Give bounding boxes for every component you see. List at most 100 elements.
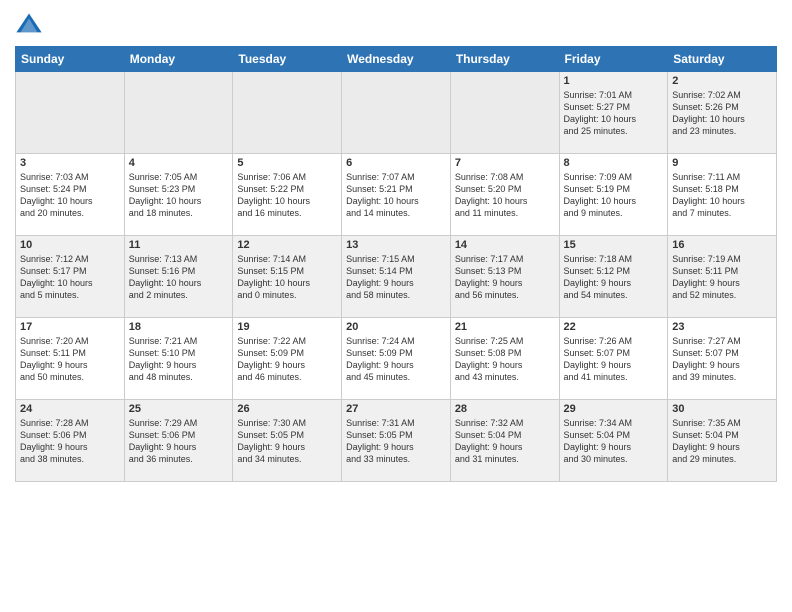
calendar-day-cell: 20 Sunrise: 7:24 AM Sunset: 5:09 PM Dayli… [342, 318, 451, 400]
day-info: Sunrise: 7:29 AM Sunset: 5:06 PM Dayligh… [129, 417, 229, 466]
calendar-day-cell: 6 Sunrise: 7:07 AM Sunset: 5:21 PM Daylig… [342, 154, 451, 236]
calendar-day-cell: 18 Sunrise: 7:21 AM Sunset: 5:10 PM Dayli… [124, 318, 233, 400]
page-header [15, 10, 777, 38]
day-number: 3 [20, 157, 120, 169]
calendar-day-cell: 30 Sunrise: 7:35 AM Sunset: 5:04 PM Dayli… [668, 400, 777, 482]
day-info: Sunrise: 7:22 AM Sunset: 5:09 PM Dayligh… [237, 335, 337, 384]
calendar-day-cell: 27Sunrise: 7:31 AM Sunset: 5:05 PM Dayli… [342, 400, 451, 482]
day-info: Sunrise: 7:08 AM Sunset: 5:20 PM Dayligh… [455, 171, 555, 220]
day-info: Sunrise: 7:05 AM Sunset: 5:23 PM Dayligh… [129, 171, 229, 220]
day-number: 28 [455, 403, 555, 415]
day-info: Sunrise: 7:11 AM Sunset: 5:18 PM Dayligh… [672, 171, 772, 220]
day-number: 14 [455, 239, 555, 251]
calendar-week-row: 24Sunrise: 7:28 AM Sunset: 5:06 PM Dayli… [16, 400, 777, 482]
day-info: Sunrise: 7:15 AM Sunset: 5:14 PM Dayligh… [346, 253, 446, 302]
day-number: 18 [129, 321, 229, 333]
calendar-day-cell: 26 Sunrise: 7:30 AM Sunset: 5:05 PM Dayli… [233, 400, 342, 482]
day-number: 5 [237, 157, 337, 169]
calendar-day-cell: 5 Sunrise: 7:06 AM Sunset: 5:22 PM Daylig… [233, 154, 342, 236]
calendar-day-cell: 22 Sunrise: 7:26 AM Sunset: 5:07 PM Dayli… [559, 318, 668, 400]
day-number: 10 [20, 239, 120, 251]
weekday-header: Thursday [450, 47, 559, 72]
day-info: Sunrise: 7:35 AM Sunset: 5:04 PM Dayligh… [672, 417, 772, 466]
day-info: Sunrise: 7:03 AM Sunset: 5:24 PM Dayligh… [20, 171, 120, 220]
calendar-week-row: 1 Sunrise: 7:01 AM Sunset: 5:27 PM Daylig… [16, 72, 777, 154]
day-number: 21 [455, 321, 555, 333]
day-info: Sunrise: 7:14 AM Sunset: 5:15 PM Dayligh… [237, 253, 337, 302]
day-info: Sunrise: 7:17 AM Sunset: 5:13 PM Dayligh… [455, 253, 555, 302]
day-info: Sunrise: 7:20 AM Sunset: 5:11 PM Dayligh… [20, 335, 120, 384]
day-info: Sunrise: 7:27 AM Sunset: 5:07 PM Dayligh… [672, 335, 772, 384]
calendar-day-cell: 2 Sunrise: 7:02 AM Sunset: 5:26 PM Daylig… [668, 72, 777, 154]
day-number: 23 [672, 321, 772, 333]
calendar-day-cell: 12 Sunrise: 7:14 AM Sunset: 5:15 PM Dayli… [233, 236, 342, 318]
day-number: 26 [237, 403, 337, 415]
day-number: 11 [129, 239, 229, 251]
day-info: Sunrise: 7:13 AM Sunset: 5:16 PM Dayligh… [129, 253, 229, 302]
day-number: 19 [237, 321, 337, 333]
day-number: 16 [672, 239, 772, 251]
day-number: 22 [564, 321, 664, 333]
day-number: 1 [564, 75, 664, 87]
day-number: 15 [564, 239, 664, 251]
day-number: 13 [346, 239, 446, 251]
weekday-header: Wednesday [342, 47, 451, 72]
weekday-header: Saturday [668, 47, 777, 72]
day-info: Sunrise: 7:09 AM Sunset: 5:19 PM Dayligh… [564, 171, 664, 220]
day-info: Sunrise: 7:34 AM Sunset: 5:04 PM Dayligh… [564, 417, 664, 466]
day-info: Sunrise: 7:01 AM Sunset: 5:27 PM Dayligh… [564, 89, 664, 138]
calendar-day-cell: 7 Sunrise: 7:08 AM Sunset: 5:20 PM Daylig… [450, 154, 559, 236]
day-number: 30 [672, 403, 772, 415]
calendar-day-cell [16, 72, 125, 154]
day-number: 2 [672, 75, 772, 87]
calendar-day-cell: 17 Sunrise: 7:20 AM Sunset: 5:11 PM Dayli… [16, 318, 125, 400]
calendar-day-cell: 28 Sunrise: 7:32 AM Sunset: 5:04 PM Dayli… [450, 400, 559, 482]
calendar-day-cell [124, 72, 233, 154]
day-info: Sunrise: 7:30 AM Sunset: 5:05 PM Dayligh… [237, 417, 337, 466]
calendar-day-cell: 13 Sunrise: 7:15 AM Sunset: 5:14 PM Dayli… [342, 236, 451, 318]
logo [15, 10, 47, 38]
weekday-header: Friday [559, 47, 668, 72]
calendar-table: SundayMondayTuesdayWednesdayThursdayFrid… [15, 46, 777, 482]
day-number: 9 [672, 157, 772, 169]
calendar-day-cell: 11 Sunrise: 7:13 AM Sunset: 5:16 PM Dayli… [124, 236, 233, 318]
calendar-day-cell: 3 Sunrise: 7:03 AM Sunset: 5:24 PM Daylig… [16, 154, 125, 236]
logo-icon [15, 10, 43, 38]
calendar-day-cell: 16Sunrise: 7:19 AM Sunset: 5:11 PM Dayli… [668, 236, 777, 318]
weekday-header: Monday [124, 47, 233, 72]
calendar-week-row: 3 Sunrise: 7:03 AM Sunset: 5:24 PM Daylig… [16, 154, 777, 236]
calendar-day-cell: 25 Sunrise: 7:29 AM Sunset: 5:06 PM Dayli… [124, 400, 233, 482]
day-number: 17 [20, 321, 120, 333]
day-number: 20 [346, 321, 446, 333]
calendar-day-cell: 21 Sunrise: 7:25 AM Sunset: 5:08 PM Dayli… [450, 318, 559, 400]
day-info: Sunrise: 7:26 AM Sunset: 5:07 PM Dayligh… [564, 335, 664, 384]
day-number: 29 [564, 403, 664, 415]
day-info: Sunrise: 7:24 AM Sunset: 5:09 PM Dayligh… [346, 335, 446, 384]
day-number: 25 [129, 403, 229, 415]
day-number: 8 [564, 157, 664, 169]
day-info: Sunrise: 7:32 AM Sunset: 5:04 PM Dayligh… [455, 417, 555, 466]
calendar-day-cell: 23 Sunrise: 7:27 AM Sunset: 5:07 PM Dayli… [668, 318, 777, 400]
calendar-day-cell: 19 Sunrise: 7:22 AM Sunset: 5:09 PM Dayli… [233, 318, 342, 400]
day-info: Sunrise: 7:18 AM Sunset: 5:12 PM Dayligh… [564, 253, 664, 302]
calendar-day-cell [233, 72, 342, 154]
day-number: 12 [237, 239, 337, 251]
day-info: Sunrise: 7:25 AM Sunset: 5:08 PM Dayligh… [455, 335, 555, 384]
day-info: Sunrise: 7:07 AM Sunset: 5:21 PM Dayligh… [346, 171, 446, 220]
day-info: Sunrise: 7:28 AM Sunset: 5:06 PM Dayligh… [20, 417, 120, 466]
day-info: Sunrise: 7:02 AM Sunset: 5:26 PM Dayligh… [672, 89, 772, 138]
calendar-day-cell: 9 Sunrise: 7:11 AM Sunset: 5:18 PM Daylig… [668, 154, 777, 236]
weekday-header: Sunday [16, 47, 125, 72]
day-number: 6 [346, 157, 446, 169]
calendar-header-row: SundayMondayTuesdayWednesdayThursdayFrid… [16, 47, 777, 72]
calendar-day-cell: 8 Sunrise: 7:09 AM Sunset: 5:19 PM Daylig… [559, 154, 668, 236]
calendar-day-cell: 4Sunrise: 7:05 AM Sunset: 5:23 PM Daylig… [124, 154, 233, 236]
calendar-day-cell: 15 Sunrise: 7:18 AM Sunset: 5:12 PM Dayli… [559, 236, 668, 318]
page-container: SundayMondayTuesdayWednesdayThursdayFrid… [0, 0, 792, 487]
day-number: 7 [455, 157, 555, 169]
calendar-week-row: 10Sunrise: 7:12 AM Sunset: 5:17 PM Dayli… [16, 236, 777, 318]
calendar-day-cell: 24Sunrise: 7:28 AM Sunset: 5:06 PM Dayli… [16, 400, 125, 482]
day-info: Sunrise: 7:21 AM Sunset: 5:10 PM Dayligh… [129, 335, 229, 384]
day-info: Sunrise: 7:06 AM Sunset: 5:22 PM Dayligh… [237, 171, 337, 220]
calendar-day-cell: 14 Sunrise: 7:17 AM Sunset: 5:13 PM Dayli… [450, 236, 559, 318]
